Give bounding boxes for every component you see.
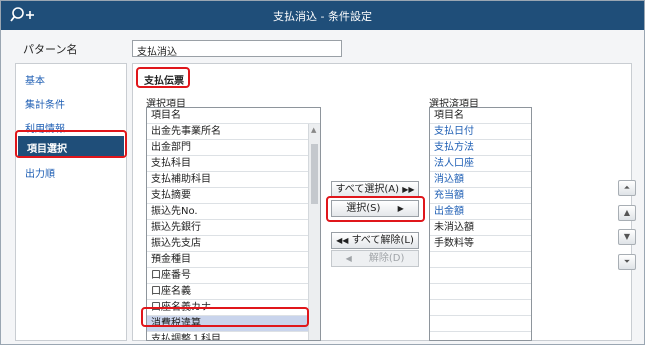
select-button[interactable]: 選択(S) ▶ <box>331 200 419 217</box>
list-item[interactable]: 手数料等 <box>430 236 531 252</box>
selected-items-list[interactable]: 項目名 支払日付 支払方法 法人口座 消込額 充当額 出金額 未消込額 手数料等 <box>429 107 532 341</box>
deselect-all-label: すべて解除(L) <box>351 235 414 246</box>
deselect-label: 解除(D) <box>368 253 405 264</box>
list-item-selected[interactable]: 消費税違算 <box>147 316 320 332</box>
list-item[interactable]: 振込先支店 <box>147 236 320 252</box>
sidebar-item-basic[interactable]: 基本 <box>16 68 126 88</box>
left-arrow-icon: ◀ <box>345 254 352 263</box>
empty-row <box>430 252 531 268</box>
double-right-arrow-icon: ▶▶ <box>402 185 415 194</box>
list-item[interactable]: 口座名義 <box>147 284 320 300</box>
empty-row <box>430 268 531 284</box>
dialog-window: 支払消込 - 条件設定 パターン名 支払消込 基本 集計条件 利用情報 項目選択… <box>0 0 645 345</box>
list-item[interactable]: 口座番号 <box>147 268 320 284</box>
list-item[interactable]: 法人口座 <box>430 156 531 172</box>
column-header: 項目名 <box>147 108 320 124</box>
list-item[interactable]: 預金種目 <box>147 252 320 268</box>
list-item[interactable]: 未消込額 <box>430 220 531 236</box>
deselect-all-button[interactable]: ◀◀ すべて解除(L) <box>331 232 419 249</box>
select-all-button[interactable]: すべて選択(A) ▶▶ <box>331 181 419 198</box>
sidebar: 基本 集計条件 利用情報 項目選択 出力順 <box>15 63 127 341</box>
section-title: 支払伝票 <box>144 76 184 87</box>
scroll-thumb[interactable] <box>311 144 318 204</box>
select-all-label: すべて選択(A) <box>335 184 400 195</box>
title-bar: 支払消込 - 条件設定 <box>1 1 644 30</box>
empty-row <box>430 300 531 316</box>
scroll-up-icon[interactable]: ▲ <box>311 126 316 134</box>
list-item[interactable]: 支払科目 <box>147 156 320 172</box>
empty-row <box>430 332 531 340</box>
list-item[interactable]: 消込額 <box>430 172 531 188</box>
window-title: 支払消込 - 条件設定 <box>273 10 372 23</box>
column-header: 項目名 <box>430 108 531 124</box>
list-item[interactable]: 口座名義カナ <box>147 300 320 316</box>
double-left-arrow-icon: ◀◀ <box>336 236 349 245</box>
move-up-icon[interactable]: ▲ <box>618 205 636 221</box>
list-item[interactable]: 振込先No. <box>147 204 320 220</box>
move-top-icon[interactable]: ⏶ <box>618 180 636 196</box>
list-item[interactable]: 支払調整１科目 <box>147 332 320 340</box>
sidebar-item-usage[interactable]: 利用情報 <box>16 116 126 136</box>
available-items-list[interactable]: 項目名 出金先事業所名 出金部門 支払科目 支払補助科目 支払摘要 振込先No.… <box>146 107 321 341</box>
list-item[interactable]: 振込先銀行 <box>147 220 320 236</box>
empty-row <box>430 284 531 300</box>
sidebar-item-aggregation[interactable]: 集計条件 <box>16 92 126 112</box>
list-item[interactable]: 支払方法 <box>430 140 531 156</box>
sidebar-item-output-order[interactable]: 出力順 <box>16 161 126 181</box>
list-item[interactable]: 出金先事業所名 <box>147 124 320 140</box>
select-label: 選択(S) <box>346 203 381 214</box>
deselect-button[interactable]: ◀ 解除(D) <box>331 250 419 267</box>
list-item[interactable]: 出金部門 <box>147 140 320 156</box>
sidebar-item-field-selection[interactable]: 項目選択 <box>18 136 124 156</box>
move-down-icon[interactable]: ▼ <box>618 229 636 245</box>
pattern-name-label: パターン名 <box>23 43 78 56</box>
empty-row <box>430 316 531 332</box>
right-arrow-icon: ▶ <box>397 204 404 213</box>
pattern-name-input[interactable]: 支払消込 <box>132 40 342 58</box>
vertical-scrollbar[interactable]: ▲ <box>308 124 320 340</box>
list-item[interactable]: 出金額 <box>430 204 531 220</box>
move-bottom-icon[interactable]: ⏷ <box>618 254 636 270</box>
list-item[interactable]: 支払補助科目 <box>147 172 320 188</box>
list-item[interactable]: 支払摘要 <box>147 188 320 204</box>
list-item[interactable]: 支払日付 <box>430 124 531 140</box>
list-item[interactable]: 充当額 <box>430 188 531 204</box>
